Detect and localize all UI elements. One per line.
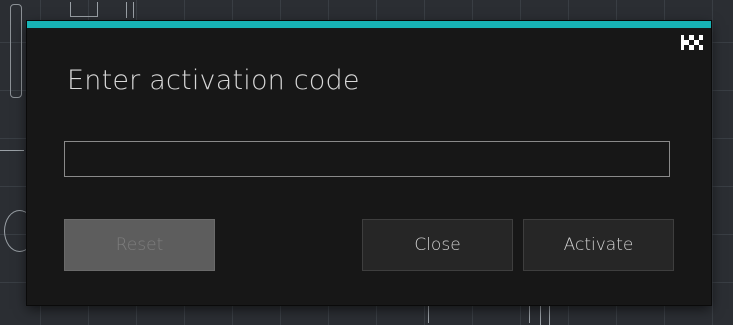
activate-button[interactable]: Activate <box>523 219 674 271</box>
cad-drawing-shape <box>0 150 24 152</box>
cad-drawing-shape <box>540 304 550 325</box>
activation-code-input[interactable] <box>64 141 670 177</box>
cad-drawing-shape <box>70 2 98 17</box>
cad-drawing-shape <box>10 4 22 98</box>
cad-drawing-shape <box>126 2 134 18</box>
dialog-title: Enter activation code <box>67 65 360 96</box>
close-button[interactable]: Close <box>362 219 513 271</box>
reset-button[interactable]: Reset <box>64 219 215 271</box>
checkered-logo-icon <box>681 35 703 50</box>
activation-dialog: Enter activation code Reset Close Activa… <box>27 21 711 305</box>
dialog-accent-bar <box>27 21 711 28</box>
